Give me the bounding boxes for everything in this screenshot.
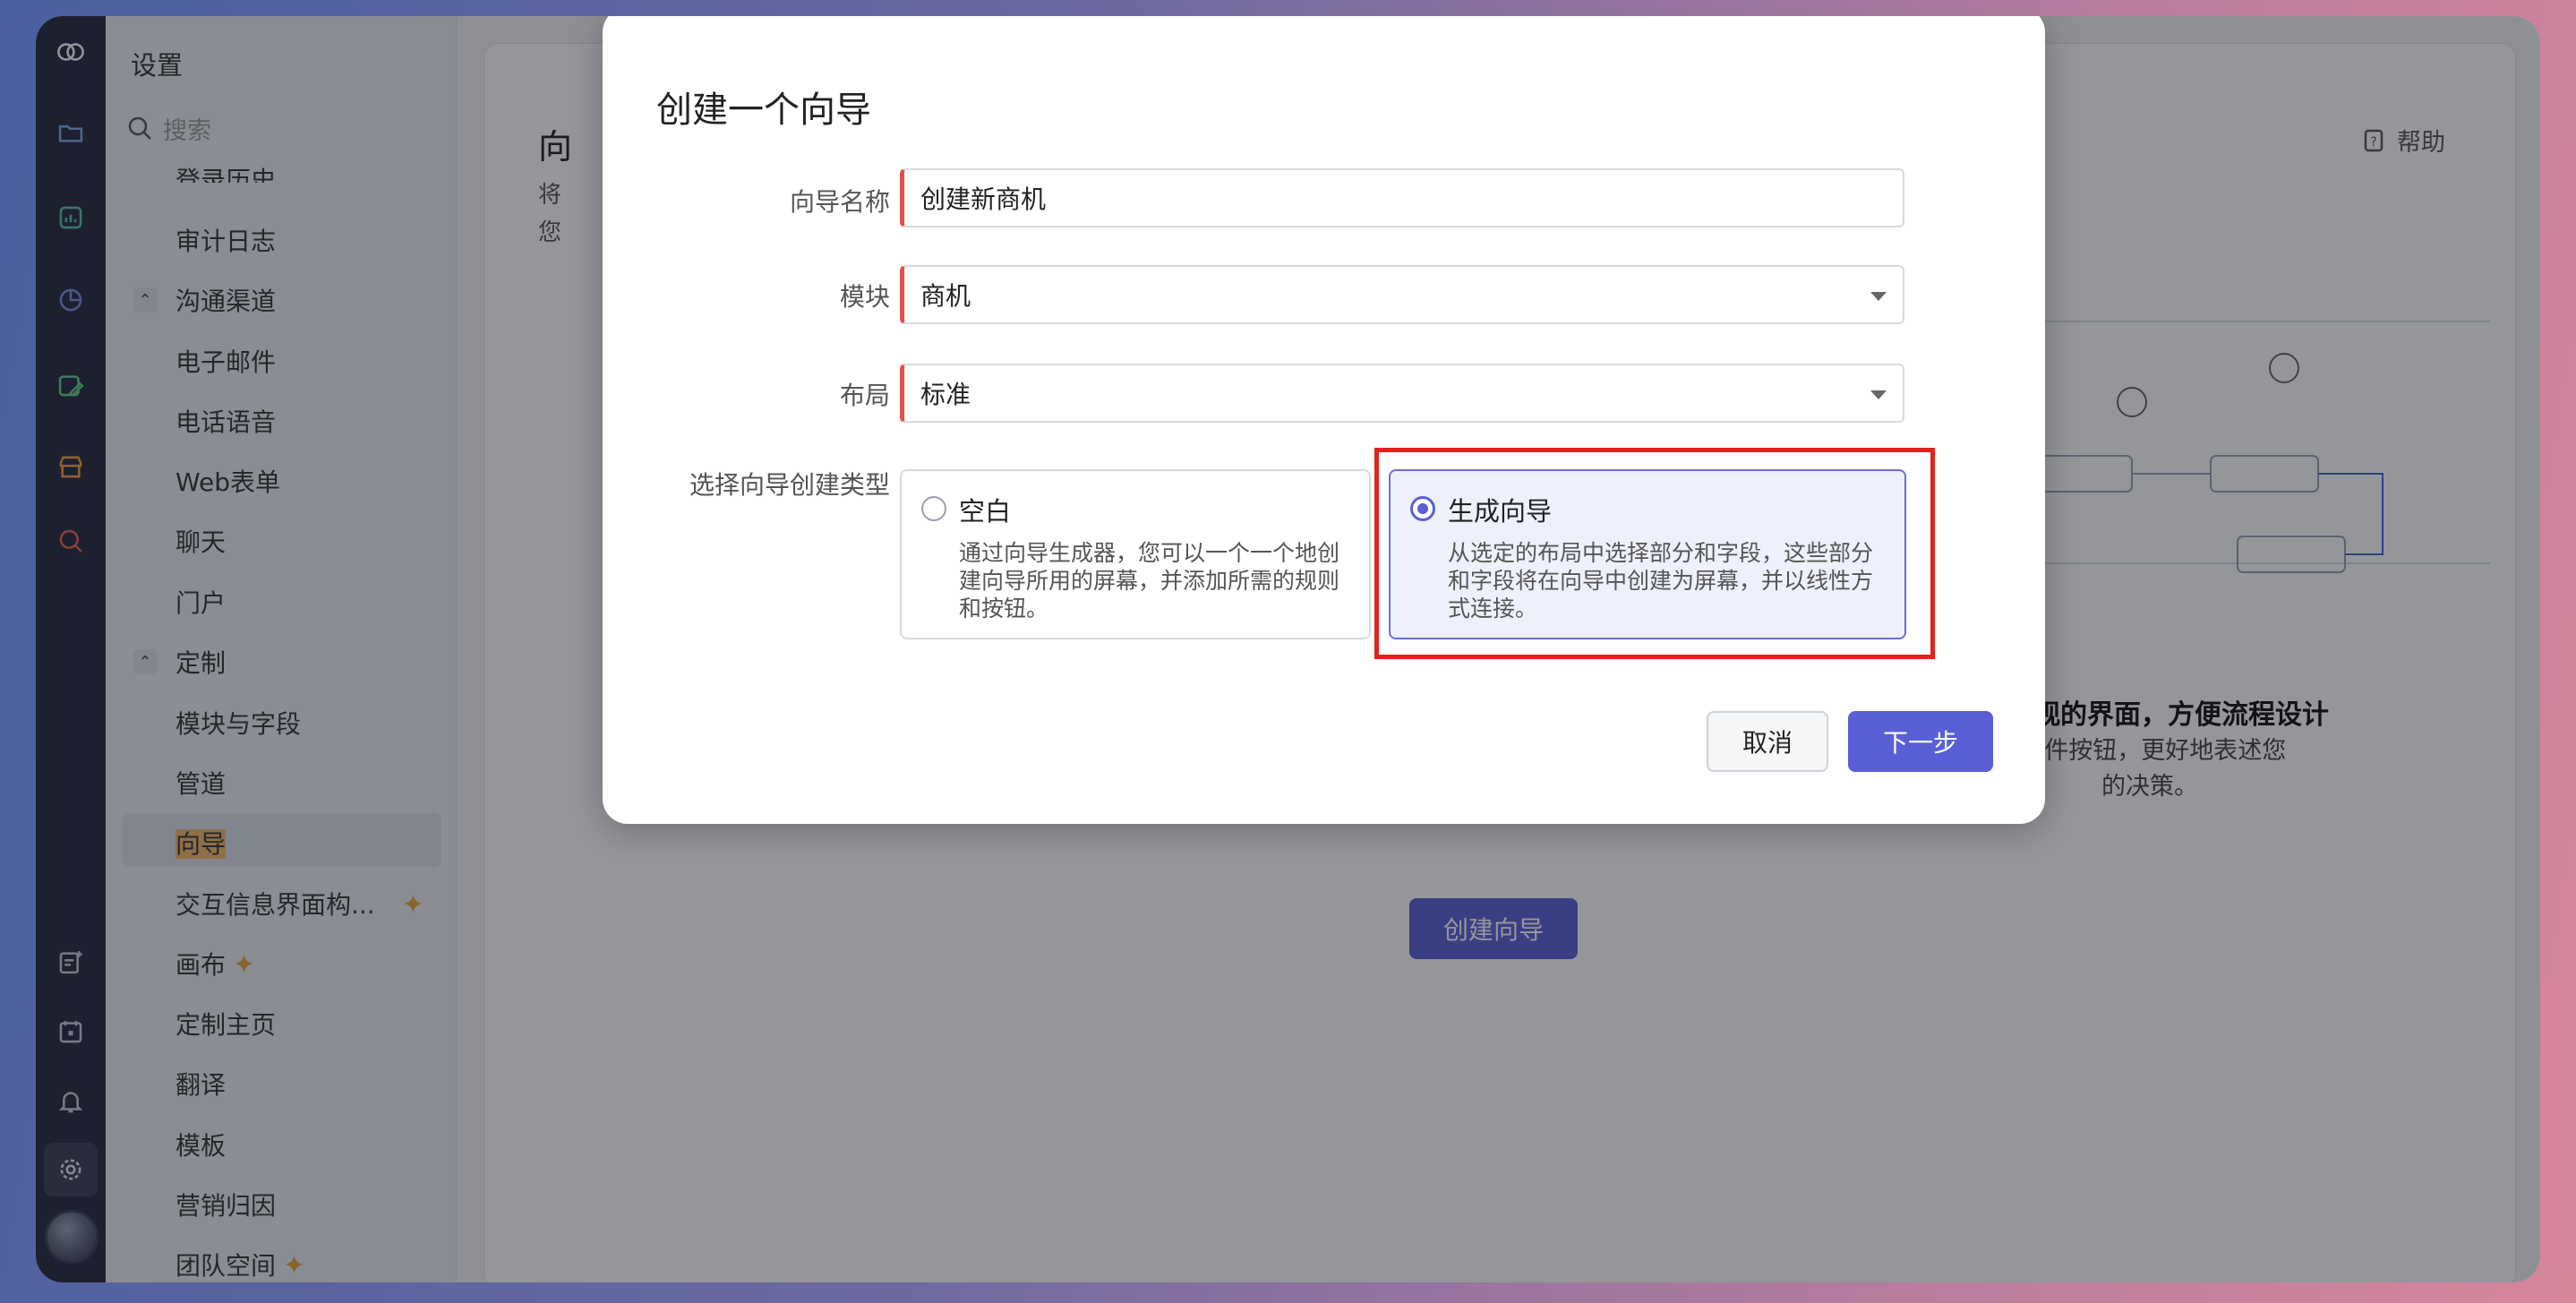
chevron-down-icon <box>1870 390 1887 399</box>
option-description: 通过向导生成器，您可以一个一个地创建向导所用的屏幕，并添加所需的规则和按钮。 <box>959 540 1340 621</box>
chevron-down-icon <box>1870 292 1887 301</box>
creation-type-label: 选择向导创建类型 <box>689 470 890 500</box>
layout-value: 标准 <box>920 380 971 409</box>
next-button[interactable]: 下一步 <box>1848 711 1993 772</box>
cancel-button[interactable]: 取消 <box>1707 711 1828 772</box>
wizard-name-label: 向导名称 <box>789 187 890 217</box>
layout-label: 布局 <box>839 381 890 410</box>
option-blank[interactable]: 空白 通过向导生成器，您可以一个一个地创建向导所用的屏幕，并添加所需的规则和按钮… <box>900 469 1371 639</box>
wizard-name-value: 创建新商机 <box>920 184 1047 214</box>
module-select[interactable]: 商机 <box>900 265 1904 324</box>
app-window: 设置 搜索 登录历史 审计日志 ⌃ 沟通渠道 电子邮件 电话语音 Web表单 聊… <box>36 16 2540 1282</box>
radio-button[interactable] <box>921 496 946 521</box>
module-value: 商机 <box>920 281 971 311</box>
dialog-title: 创建一个向导 <box>656 90 871 131</box>
create-wizard-dialog: 创建一个向导 向导名称 创建新商机 模块 商机 布局 标准 选择向导创建类型 空… <box>603 16 2045 824</box>
module-label: 模块 <box>839 282 890 312</box>
layout-select[interactable]: 标准 <box>900 364 1904 423</box>
option-title: 空白 <box>959 496 1012 527</box>
highlight-box <box>1374 448 1935 659</box>
wizard-name-input[interactable]: 创建新商机 <box>900 168 1904 227</box>
